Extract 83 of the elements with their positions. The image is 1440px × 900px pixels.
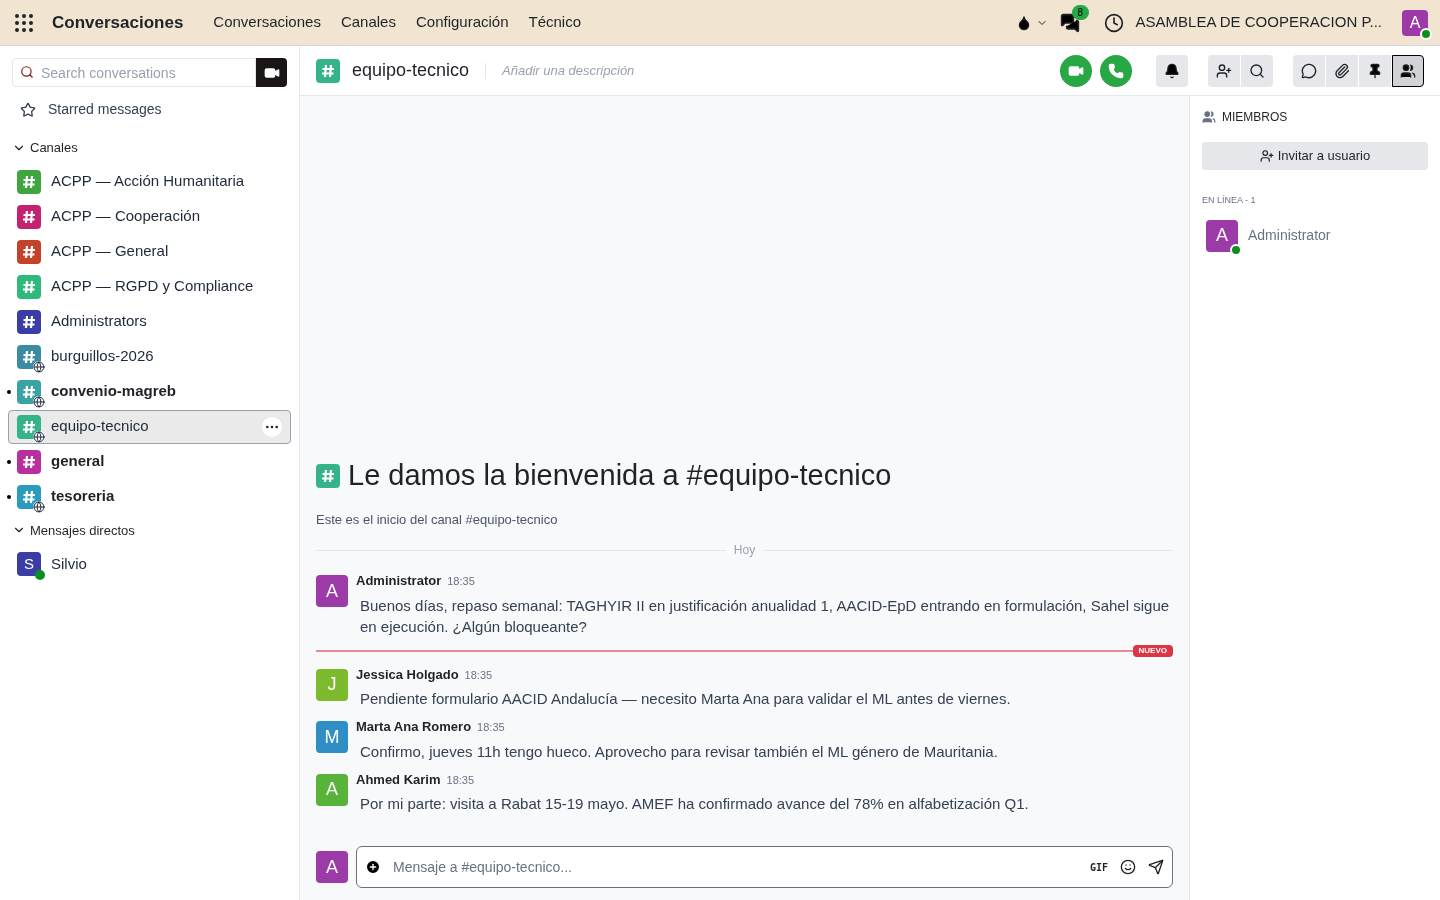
author-name: Marta Ana Romero <box>356 718 472 736</box>
send-icon[interactable] <box>1148 859 1164 875</box>
message-time: 18:35 <box>447 574 475 589</box>
sidebar-item[interactable]: burguillos-2026 <box>8 339 291 374</box>
users-icon <box>1400 62 1416 79</box>
threads-button[interactable] <box>1293 54 1325 87</box>
section-header[interactable]: Canales <box>0 132 299 164</box>
video-call-button[interactable] <box>256 58 287 87</box>
user-avatar: M <box>316 721 348 753</box>
invite-user-button[interactable]: Invitar a usuario <box>1202 142 1428 170</box>
author-name: Administrator <box>356 572 442 590</box>
notifications-button[interactable] <box>1156 54 1188 87</box>
sidebar-item[interactable]: Administrators <box>8 304 291 339</box>
sidebar-item[interactable]: general <box>8 444 291 479</box>
members-button[interactable] <box>1392 54 1424 87</box>
message-count-badge: 8 <box>1071 4 1090 20</box>
star-icon <box>20 101 36 118</box>
emoji-icon[interactable] <box>1120 859 1136 875</box>
message-text: Por mi parte: visita a Rabat 15-19 mayo. AMEF ha confirmado avance del 78% en alfabetización Q1. <box>360 794 1029 814</box>
user-avatar: A <box>316 851 348 883</box>
add-icon[interactable] <box>365 859 381 875</box>
message-text: Buenos días, repaso semanal: TAGHYIR II en justificación anualidad 1, AACID-EpD entrando en formulación, Sahel sigue en ejecución. ¿Algún bloqueante? <box>360 595 1171 637</box>
sidebar-item[interactable]: ACPP — Cooperación <box>8 199 291 234</box>
attachments-button[interactable] <box>1326 54 1358 87</box>
sidebar-item[interactable]: S Silvio <box>8 547 291 581</box>
section-header[interactable]: Mensajes directos <box>0 514 299 546</box>
gif-button[interactable]: GIF <box>1089 859 1108 875</box>
message-time: 18:35 <box>464 667 493 683</box>
sidebar-item[interactable]: ACPP — General <box>8 234 291 269</box>
day-separator: Hoy <box>733 542 756 559</box>
menu-item[interactable]: Canales <box>330 7 406 38</box>
phone-icon <box>1108 62 1124 79</box>
menu-item[interactable]: Técnico <box>518 7 592 38</box>
user-avatar: A <box>316 773 348 806</box>
phone-call-button[interactable] <box>1100 54 1132 87</box>
user-avatar: A <box>316 575 348 607</box>
bell-icon <box>1164 62 1180 79</box>
more-icon[interactable] <box>262 416 282 437</box>
speech-bubble-icon <box>1301 62 1317 79</box>
chat-bubbles-icon[interactable] <box>1059 12 1080 33</box>
search-button[interactable] <box>1241 54 1273 87</box>
menu-item[interactable]: Configuración <box>405 7 519 38</box>
message-text: Pendiente formulario AACID Andalucía — necesito Marta Ana para validar el ML antes de viernes. <box>360 689 1011 709</box>
channel-name: equipo-tecnico <box>352 59 470 82</box>
new-messages-divider: NUEVO <box>316 644 1173 657</box>
online-header: EN LÍNEA - 1 <box>1202 194 1257 207</box>
message-text: Confirmo, jueves 11h tengo hueco. Aprovecho para revisar también el ML género de Mauritania. <box>360 741 998 762</box>
search-icon <box>1249 62 1265 79</box>
company-name[interactable]: ASAMBLEA DE COOPERACION P... <box>1135 11 1382 34</box>
search-field[interactable]: Search conversations <box>12 58 256 87</box>
author-name: Ahmed Karim <box>356 770 441 789</box>
search-icon <box>20 65 34 79</box>
add-user-button[interactable] <box>1208 54 1240 87</box>
message-field[interactable]: Mensaje a #equipo-tecnico... <box>393 856 1078 878</box>
sidebar-item[interactable]: ACPP — Acción Humanitaria <box>8 164 291 199</box>
sidebar-item[interactable]: convenio-magreb <box>8 374 291 409</box>
member-name[interactable]: Administrator <box>1248 225 1331 246</box>
message-input[interactable]: Mensaje a #equipo-tecnico... GIF <box>356 846 1173 888</box>
users-icon <box>1202 110 1216 124</box>
menu-item[interactable]: Conversaciones <box>203 7 331 38</box>
user-avatar: J <box>316 668 348 701</box>
welcome-subtitle: Este es el inicio del canal #equipo-tecnico <box>316 510 559 529</box>
clock-icon[interactable] <box>1103 12 1124 33</box>
user-avatar: S <box>17 552 41 576</box>
paperclip-icon <box>1334 62 1350 79</box>
user-avatar[interactable]: A <box>1402 9 1428 36</box>
sidebar-item[interactable]: ACPP — RGPD y Compliance <box>8 269 291 304</box>
channel-hash-icon <box>316 58 340 83</box>
starred-messages-item[interactable]: Starred messages <box>48 99 162 120</box>
welcome-title: Le damos la bienvenida a #equipo-tecnico <box>348 458 892 493</box>
channel-hash-icon <box>316 463 340 488</box>
author-name: Jessica Holgado <box>356 665 459 684</box>
pinned-button[interactable] <box>1359 54 1391 87</box>
app-title[interactable]: Conversaciones <box>52 9 184 36</box>
add-user-icon <box>1216 62 1232 79</box>
add-user-icon <box>1259 149 1274 163</box>
message-time: 18:35 <box>477 720 505 735</box>
message-time: 18:35 <box>446 772 475 788</box>
sidebar-item[interactable]: tesoreria <box>8 479 291 514</box>
members-title: MIEMBROS <box>1222 109 1288 126</box>
sidebar-item[interactable]: equipo-tecnico <box>8 409 291 444</box>
user-avatar[interactable]: A <box>1206 219 1238 252</box>
pin-icon <box>1367 62 1383 79</box>
